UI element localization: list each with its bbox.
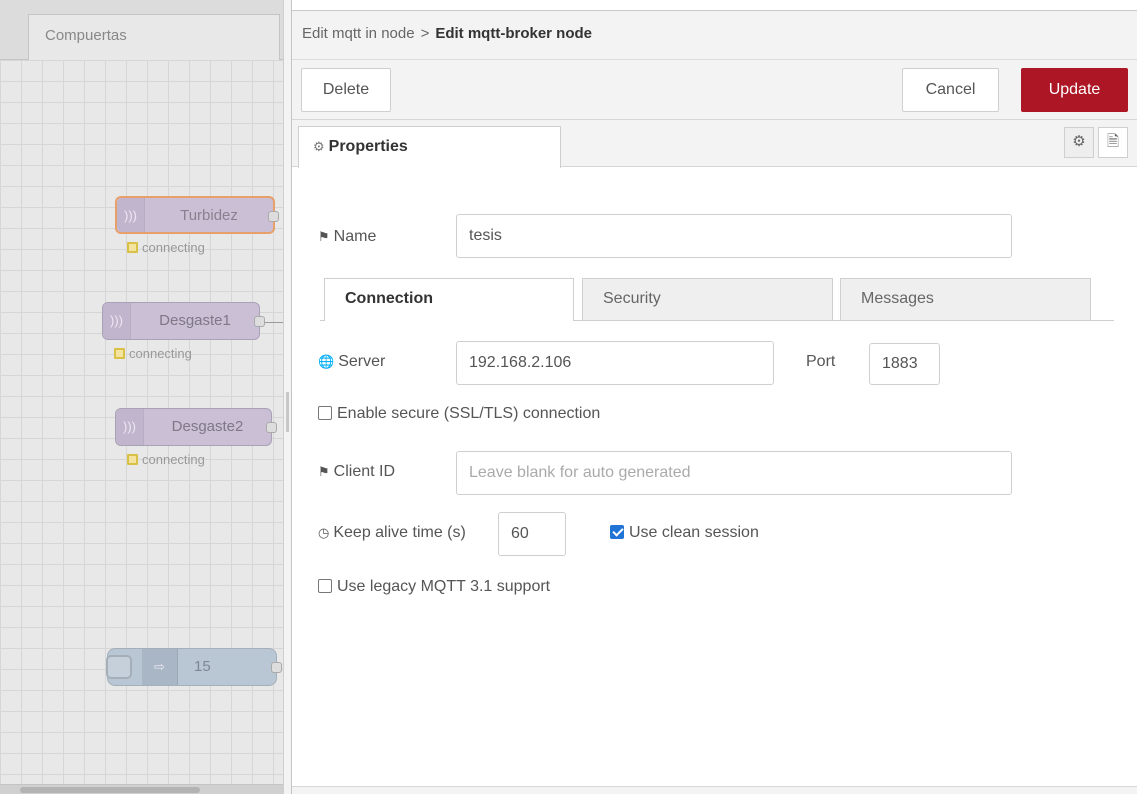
tag-icon: ⚑	[318, 229, 330, 244]
tab-messages[interactable]: Messages	[840, 278, 1091, 320]
tab-security-label: Security	[603, 290, 661, 307]
clock-icon: ◷	[318, 525, 330, 540]
node-label: 15	[194, 658, 211, 675]
breadcrumb-separator: >	[420, 25, 430, 42]
scrollbar-thumb[interactable]	[20, 787, 200, 793]
node-description-button[interactable]: 🗎	[1098, 127, 1128, 158]
tab-security[interactable]: Security	[582, 278, 833, 320]
node-desgaste1[interactable]: ))) Desgaste1	[102, 302, 265, 340]
clean-session-checkbox[interactable]	[610, 525, 624, 539]
keepalive-label-text: Keep alive time (s)	[333, 524, 466, 541]
server-input[interactable]	[456, 341, 774, 385]
node-label: Desgaste2	[171, 418, 244, 435]
node-label: Turbidez	[180, 207, 238, 224]
workspace-tab-compuertas[interactable]: Compuertas	[28, 14, 280, 60]
tray-footer	[292, 786, 1137, 794]
tab-connection-label: Connection	[345, 290, 433, 307]
name-label-text: Name	[333, 228, 377, 245]
status-ring-icon	[114, 348, 125, 359]
port-input[interactable]	[869, 343, 940, 385]
node-status: connecting	[114, 346, 192, 361]
update-button[interactable]: Update	[1021, 68, 1128, 112]
node-desgaste2[interactable]: ))) Desgaste2	[115, 408, 277, 446]
tag-icon: ⚑	[318, 464, 330, 479]
tab-connection[interactable]: Connection	[324, 278, 574, 321]
workspace-tab-label: Compuertas	[45, 27, 127, 44]
ssl-checkbox-row: Enable secure (SSL/TLS) connection	[318, 405, 600, 423]
node-status-text: connecting	[129, 346, 192, 361]
ssl-checkbox[interactable]	[318, 406, 332, 420]
flow-workspace: Compuertas ))) Turbidez connecting ))) D…	[0, 0, 283, 794]
node-inject[interactable]: ⇨ 15	[106, 648, 282, 686]
node-status-text: connecting	[142, 240, 205, 255]
tab-messages-label: Messages	[861, 290, 934, 307]
breadcrumb-parent[interactable]: Edit mqtt in node	[302, 25, 415, 42]
clean-session-row: Use clean session	[610, 524, 759, 542]
legacy-mqtt-checkbox[interactable]	[318, 579, 332, 593]
keepalive-input[interactable]	[498, 512, 566, 556]
tray-resize-handle[interactable]	[283, 0, 291, 794]
ssl-checkbox-label[interactable]: Enable secure (SSL/TLS) connection	[337, 405, 600, 422]
edit-tray: Edit mqtt in node > Edit mqtt-broker node …	[291, 0, 1137, 794]
workspace-tabbar: Compuertas	[0, 0, 283, 60]
resize-grip[interactable]	[286, 392, 289, 432]
legacy-mqtt-label[interactable]: Use legacy MQTT 3.1 support	[337, 578, 550, 595]
client-id-label: ⚑ Client ID	[318, 463, 395, 481]
tray-tabbar: ⚙ Properties ⚙ 🗎	[292, 120, 1137, 168]
node-status: connecting	[127, 240, 205, 255]
node-output-port[interactable]	[266, 422, 277, 433]
gear-icon: ⚙	[313, 139, 325, 154]
arrow-in-icon: ⇨	[142, 649, 178, 685]
node-output-port[interactable]	[271, 662, 282, 673]
client-id-input[interactable]	[456, 451, 1012, 495]
inject-trigger-button[interactable]	[106, 655, 132, 679]
breadcrumb: Edit mqtt in node > Edit mqtt-broker node	[302, 25, 592, 42]
port-label: Port	[806, 353, 836, 370]
gear-icon: ⚙	[1072, 133, 1086, 150]
node-status: connecting	[127, 452, 205, 467]
status-ring-icon	[127, 242, 138, 253]
node-status-text: connecting	[142, 452, 205, 467]
node-label: Desgaste1	[159, 312, 231, 329]
broker-config-tabs: Connection Security Messages	[320, 278, 1114, 321]
cancel-button[interactable]: Cancel	[902, 68, 999, 112]
legacy-mqtt-row: Use legacy MQTT 3.1 support	[318, 578, 550, 596]
name-input[interactable]	[456, 214, 1012, 258]
tab-properties[interactable]: ⚙ Properties	[298, 126, 561, 168]
mqtt-signal-icon: )))	[117, 198, 145, 232]
tab-properties-label: Properties	[328, 138, 408, 155]
mqtt-signal-icon: )))	[103, 303, 131, 339]
server-label-text: Server	[338, 353, 386, 370]
clean-session-label[interactable]: Use clean session	[629, 524, 759, 541]
mqtt-signal-icon: )))	[116, 409, 144, 445]
globe-icon: 🌐	[318, 354, 335, 369]
node-settings-button[interactable]: ⚙	[1064, 127, 1094, 158]
client-id-label-text: Client ID	[333, 463, 396, 480]
status-ring-icon	[127, 454, 138, 465]
tray-header: Edit mqtt in node > Edit mqtt-broker node …	[292, 10, 1137, 120]
node-output-port[interactable]	[268, 211, 279, 222]
name-label: ⚑ Name	[318, 228, 376, 246]
node-wire[interactable]	[262, 322, 283, 323]
server-label: 🌐 Server	[318, 353, 385, 371]
breadcrumb-current: Edit mqtt-broker node	[435, 25, 593, 42]
header-divider	[292, 59, 1137, 60]
document-icon: 🗎	[1106, 133, 1120, 150]
keepalive-label: ◷ Keep alive time (s)	[318, 524, 466, 542]
node-turbidez[interactable]: ))) Turbidez	[115, 196, 279, 234]
delete-button[interactable]: Delete	[301, 68, 391, 112]
node-output-port[interactable]	[254, 316, 265, 327]
workspace-horizontal-scrollbar[interactable]	[0, 784, 283, 794]
